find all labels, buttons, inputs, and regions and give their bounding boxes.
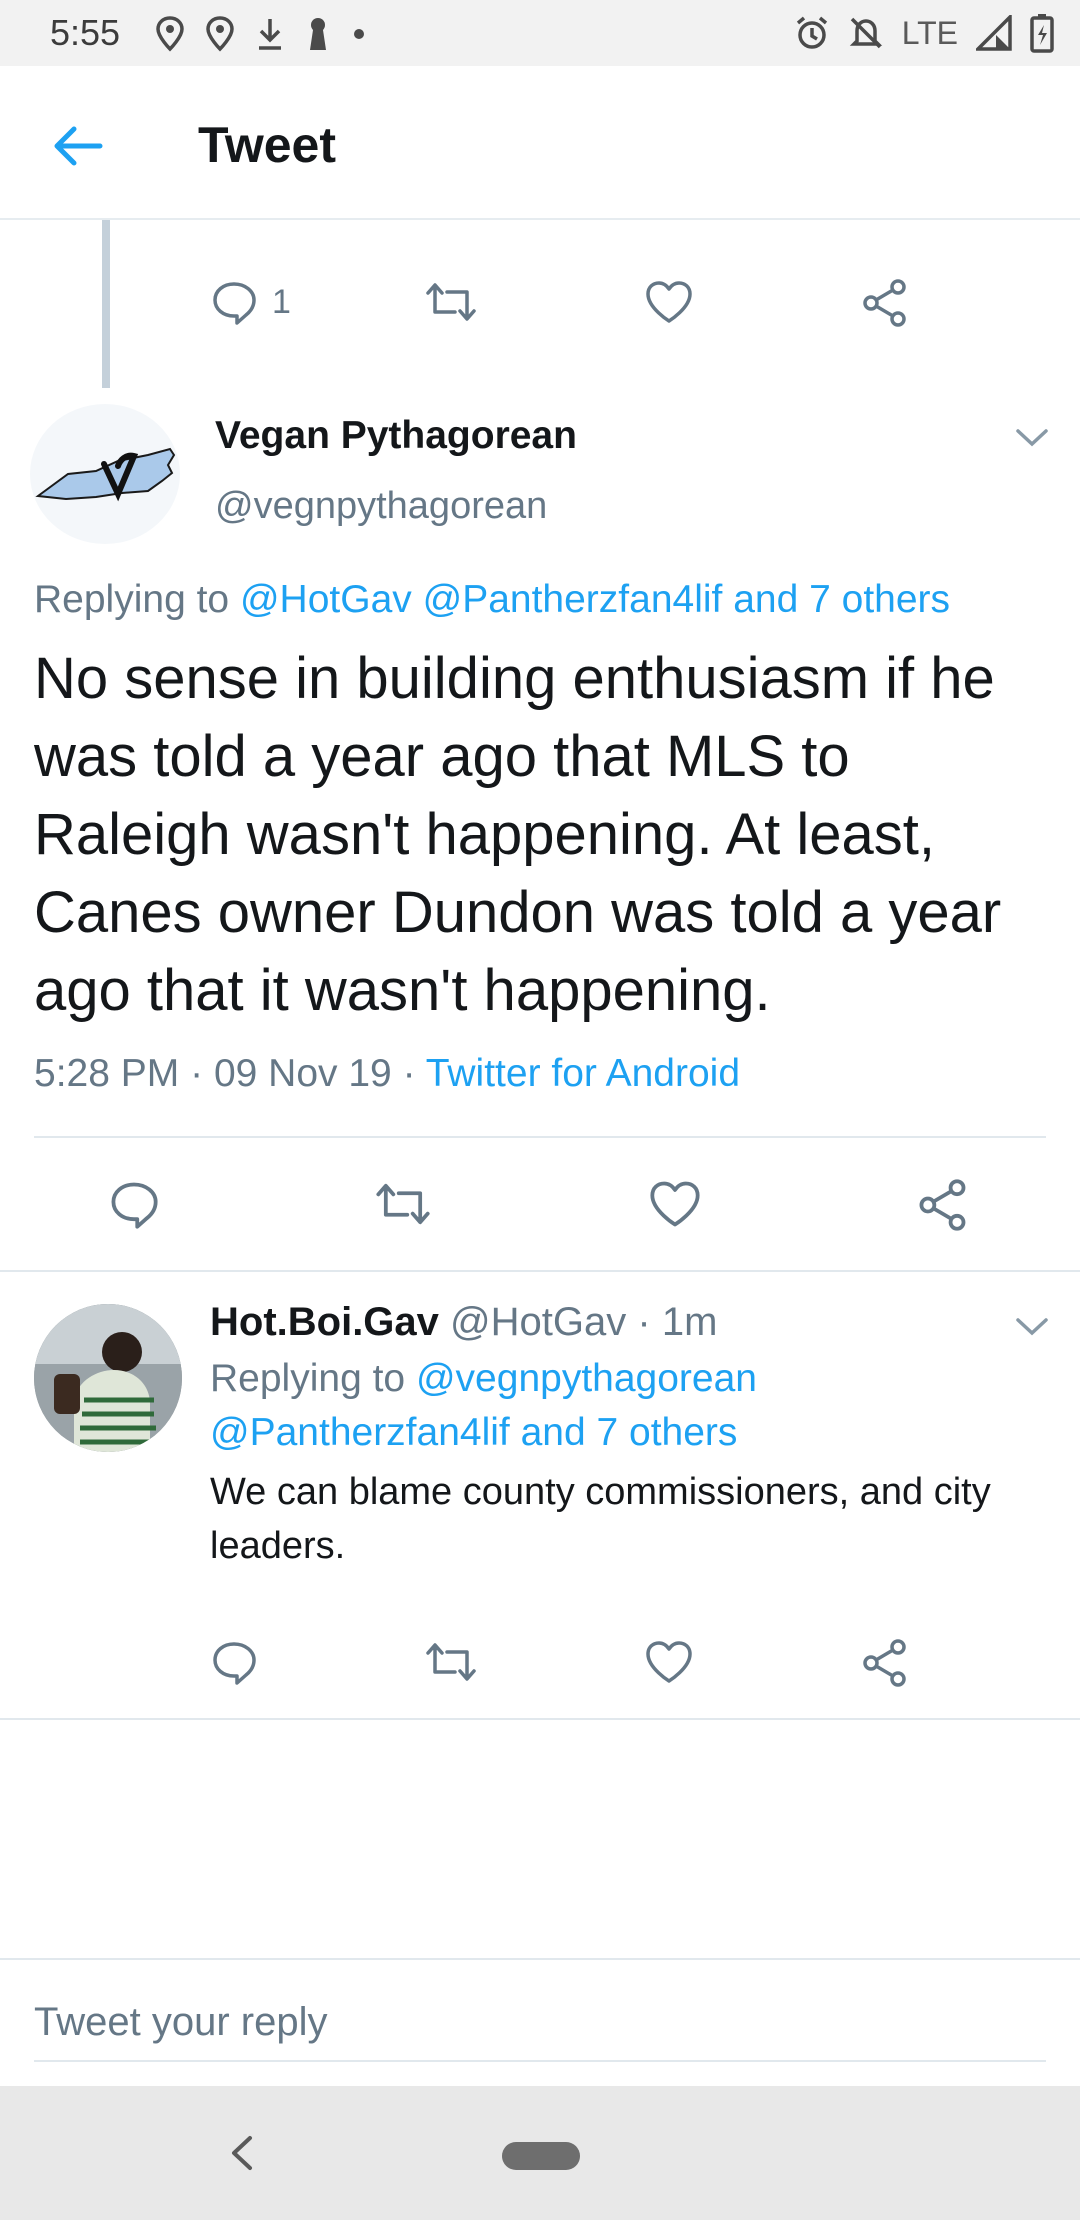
like-button[interactable]: [644, 1638, 694, 1686]
share-button[interactable]: [916, 1178, 970, 1232]
reply-composer: [0, 1958, 1080, 2088]
dot-icon: [354, 29, 364, 39]
signal-icon: [976, 15, 1012, 51]
reply-button[interactable]: [210, 1638, 258, 1686]
location-pin-icon: [206, 16, 234, 52]
back-arrow-icon[interactable]: [48, 116, 108, 176]
meta-separator: ·: [190, 1052, 204, 1095]
avatar[interactable]: [34, 1304, 182, 1452]
retweet-button[interactable]: [424, 278, 478, 326]
like-button[interactable]: [644, 278, 694, 326]
home-pill-button[interactable]: [502, 2142, 580, 2170]
tweet-age: 1m: [661, 1300, 718, 1344]
notifications-off-icon: [849, 17, 882, 49]
meta-separator: ·: [402, 1052, 416, 1095]
share-button[interactable]: [860, 1638, 910, 1688]
share-icon: [863, 1639, 906, 1687]
heart-icon: [646, 281, 692, 323]
heart-icon: [650, 1181, 700, 1227]
divider: [0, 1270, 1080, 1272]
share-button[interactable]: [860, 278, 910, 328]
replying-to-mention[interactable]: @vegnpythagorean: [416, 1357, 757, 1400]
thread-connector-line: [102, 220, 110, 388]
avatar[interactable]: [30, 404, 180, 544]
tweet-text: We can blame county commissioners, and c…: [210, 1471, 991, 1567]
retweet-icon: [426, 1643, 476, 1681]
reply-icon: [213, 1642, 256, 1685]
replying-to-label: Replying to: [34, 578, 230, 621]
divider: [34, 1136, 1046, 1138]
retweet-icon: [376, 1183, 430, 1225]
share-icon: [919, 1179, 966, 1231]
author-handle[interactable]: @HotGav: [450, 1300, 626, 1344]
tweet-text: No sense in building enthusiasm if he wa…: [34, 646, 1002, 1023]
replying-to-line: Replying to @vegnpythagorean @Pantherzfa…: [210, 1352, 1010, 1460]
app-bar: Tweet: [0, 66, 1080, 220]
chevron-down-icon[interactable]: [1012, 1306, 1052, 1346]
meta-separator: ·: [637, 1300, 651, 1344]
retweet-button[interactable]: [424, 1638, 478, 1686]
like-button[interactable]: [648, 1178, 702, 1230]
status-time: 5:55: [50, 12, 121, 53]
author-name[interactable]: Hot.Boi.Gav: [210, 1300, 439, 1344]
tweet-metadata: 5:28 PM · 09 Nov 19 · Twitter for Androi…: [34, 1052, 740, 1096]
share-icon: [863, 279, 906, 327]
tweet-date: 09 Nov 19: [213, 1052, 392, 1095]
reply-count: 1: [272, 282, 291, 321]
battery-charging-icon: [1030, 14, 1054, 53]
author-handle[interactable]: @vegnpythagorean: [215, 485, 547, 528]
alarm-icon: [796, 16, 827, 49]
system-nav-bar: [0, 2086, 1080, 2220]
north-carolina-map-icon: [35, 447, 176, 502]
network-type: LTE: [901, 14, 958, 51]
location-pin-icon: [156, 16, 184, 52]
tweet-time: 5:28 PM: [34, 1052, 180, 1095]
user-photo: [34, 1304, 182, 1452]
download-icon: [259, 19, 281, 50]
reply-icon: [111, 1182, 158, 1229]
reply-input[interactable]: [34, 1984, 1046, 2062]
chevron-down-icon[interactable]: [1012, 417, 1052, 457]
replying-to-line: Replying to @HotGav @Pantherzfan4lif and…: [34, 578, 950, 622]
divider: [0, 1718, 1080, 1720]
reply-icon: [213, 282, 256, 325]
status-icons-left: [155, 12, 367, 56]
keyhole-icon: [310, 18, 326, 50]
reply-button[interactable]: 1: [210, 278, 291, 326]
replying-to-label: Replying to: [210, 1357, 406, 1400]
retweet-icon: [426, 283, 476, 321]
reply-tweet-header: Hot.Boi.Gav @HotGav · 1m: [210, 1300, 717, 1345]
author-name[interactable]: Vegan Pythagorean: [215, 414, 577, 458]
retweet-button[interactable]: [374, 1178, 432, 1230]
nav-back-icon[interactable]: [222, 2130, 262, 2176]
reply-button[interactable]: [108, 1178, 160, 1230]
tweet-source[interactable]: Twitter for Android: [426, 1052, 740, 1095]
replying-to-mentions[interactable]: @HotGav @Pantherzfan4lif and 7 others: [240, 578, 950, 621]
replying-to-mentions[interactable]: @Pantherzfan4lif and 7 others: [210, 1411, 737, 1454]
status-bar: 5:55 LTE: [0, 0, 1080, 66]
heart-icon: [646, 1641, 692, 1683]
status-icons-right: LTE: [794, 10, 1054, 56]
page-title: Tweet: [198, 117, 336, 173]
